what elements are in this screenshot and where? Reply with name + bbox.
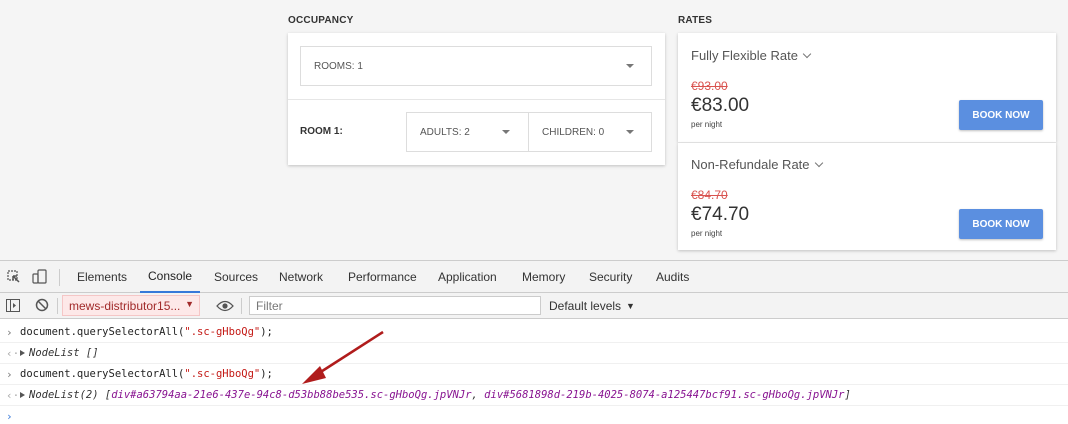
- room-label: ROOM 1:: [300, 126, 343, 137]
- device-toolbar-icon[interactable]: [32, 269, 48, 290]
- adults-select[interactable]: ADULTS: 2: [406, 112, 529, 152]
- console-command: document.querySelectorAll(".sc-gHboQg");: [20, 368, 273, 380]
- price-unit: per night: [691, 120, 723, 129]
- rate-card-nonrefundable: Non-Refundale Rate €84.70 €74.70 per nig…: [678, 143, 1056, 250]
- rate-name[interactable]: Fully Flexible Rate: [691, 48, 812, 63]
- clear-console-icon[interactable]: [35, 298, 49, 317]
- input-prompt-icon: ›: [6, 367, 13, 381]
- chevron-down-icon: [802, 49, 812, 59]
- rate-name-label: Fully Flexible Rate: [691, 48, 798, 63]
- context-select-label: mews-distributor15...: [69, 298, 181, 313]
- tab-sources[interactable]: Sources: [214, 261, 258, 293]
- children-select-label: CHILDREN: 0: [542, 126, 605, 138]
- chevron-down-icon: [626, 130, 634, 134]
- console-input-line: › document.querySelectorAll(".sc-gHboQg"…: [0, 364, 1068, 385]
- original-price: €93.00: [691, 79, 728, 93]
- console-toolbar: mews-distributor15... ▼ Default levels ▼: [0, 293, 1068, 319]
- console-prompt-line[interactable]: ›: [0, 406, 1068, 424]
- separator: [241, 298, 242, 314]
- console-result[interactable]: NodeList(2) [div#a63794aa-21e6-437e-94c8…: [20, 389, 851, 401]
- current-price: €74.70: [691, 204, 750, 225]
- console-output-line: ‹· NodeList []: [0, 343, 1068, 364]
- output-prompt-icon: ‹·: [6, 388, 20, 402]
- tab-security[interactable]: Security: [589, 261, 632, 293]
- filter-input[interactable]: [249, 296, 541, 315]
- children-select[interactable]: CHILDREN: 0: [528, 112, 652, 152]
- dropdown-arrow-icon: ▼: [185, 299, 194, 309]
- eye-icon[interactable]: [216, 299, 234, 317]
- console-result[interactable]: NodeList []: [20, 347, 99, 359]
- book-now-button[interactable]: BOOK NOW: [959, 209, 1043, 239]
- context-select[interactable]: mews-distributor15... ▼: [62, 295, 200, 316]
- log-levels-select[interactable]: Default levels ▼: [549, 296, 635, 315]
- occupancy-card: ROOMS: 1 ROOM 1: ADULTS: 2 CHILDREN: 0: [288, 33, 665, 165]
- node-link[interactable]: div#5681898d-219b-4025-8074-a125447bcf91…: [484, 389, 844, 401]
- rate-name[interactable]: Non-Refundale Rate: [691, 157, 823, 172]
- node-link[interactable]: div#a63794aa-21e6-437e-94c8-d53bb88be535…: [111, 389, 471, 401]
- adults-select-label: ADULTS: 2: [420, 126, 470, 138]
- original-price: €84.70: [691, 188, 728, 202]
- output-prompt-icon: ‹·: [6, 346, 20, 360]
- separator: [59, 269, 60, 286]
- console-command: document.querySelectorAll(".sc-gHboQg");: [20, 326, 273, 338]
- occupancy-title: OCCUPANCY: [288, 15, 354, 26]
- tab-memory[interactable]: Memory: [522, 261, 565, 293]
- tab-audits[interactable]: Audits: [656, 261, 689, 293]
- chevron-down-icon: [502, 130, 510, 134]
- price-unit: per night: [691, 229, 723, 238]
- rooms-select[interactable]: ROOMS: 1: [300, 46, 652, 86]
- rooms-select-label: ROOMS: 1: [314, 60, 363, 72]
- rates-title: RATES: [678, 15, 713, 26]
- console-output-line: ‹· NodeList(2) [div#a63794aa-21e6-437e-9…: [0, 385, 1068, 406]
- inspect-element-icon[interactable]: [7, 270, 21, 289]
- rate-name-label: Non-Refundale Rate: [691, 157, 810, 172]
- input-prompt-icon: ›: [6, 325, 13, 339]
- current-price: €83.00: [691, 95, 750, 116]
- tab-elements[interactable]: Elements: [77, 261, 127, 293]
- separator: [57, 298, 58, 314]
- book-now-button[interactable]: BOOK NOW: [959, 100, 1043, 130]
- tab-performance[interactable]: Performance: [348, 261, 417, 293]
- sidebar-toggle-icon[interactable]: [6, 299, 20, 317]
- chevron-down-icon: [814, 158, 823, 168]
- dropdown-arrow-icon: ▼: [626, 300, 635, 311]
- rate-card-flexible: Fully Flexible Rate €93.00 €83.00 per ni…: [678, 33, 1056, 142]
- console-input-line: › document.querySelectorAll(".sc-gHboQg"…: [0, 322, 1068, 343]
- chevron-down-icon: [626, 64, 634, 68]
- log-levels-label: Default levels: [549, 298, 622, 313]
- tab-network[interactable]: Network: [279, 261, 323, 293]
- devtools-tabbar: Elements Console Sources Network Perform…: [0, 261, 1068, 293]
- tab-console[interactable]: Console: [140, 261, 201, 293]
- devtools-panel: Elements Console Sources Network Perform…: [0, 260, 1068, 424]
- divider: [288, 99, 665, 100]
- input-prompt-icon: ›: [6, 410, 13, 423]
- expand-triangle-icon[interactable]: [20, 350, 25, 356]
- expand-triangle-icon[interactable]: [20, 392, 25, 398]
- tab-application[interactable]: Application: [438, 261, 497, 293]
